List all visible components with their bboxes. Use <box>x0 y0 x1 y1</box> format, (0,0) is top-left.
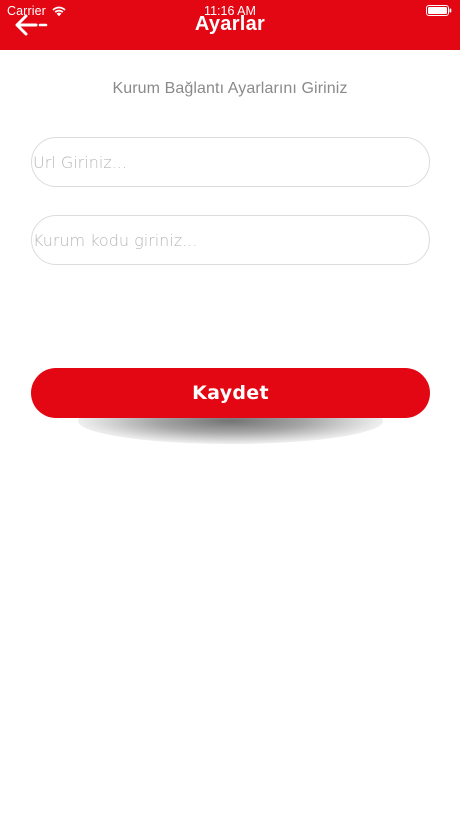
form-subtitle: Kurum Bağlantı Ayarlarını Giriniz <box>112 80 348 97</box>
institution-code-field[interactable] <box>31 215 430 265</box>
institution-code-input[interactable] <box>33 216 429 264</box>
settings-screen: Carrier 11:16 AM Ayarlar Kurum Bağlantı … <box>0 0 460 818</box>
nav-bar: Ayarlar <box>0 12 460 38</box>
page-title: Ayarlar <box>194 13 266 35</box>
save-button[interactable]: Kaydet <box>31 368 430 418</box>
url-input[interactable] <box>33 138 429 186</box>
app-header: Carrier 11:16 AM Ayarlar <box>0 0 460 50</box>
url-field[interactable] <box>31 137 430 187</box>
